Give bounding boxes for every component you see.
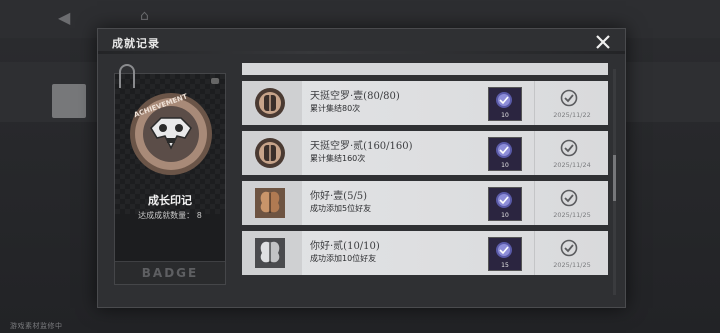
check-circle-icon xyxy=(560,89,578,107)
reward-quantity: 15 xyxy=(501,262,509,269)
row-divider xyxy=(534,231,535,275)
row-divider xyxy=(534,81,535,125)
hanging-hook-icon xyxy=(119,64,135,88)
achievement-row[interactable]: 天挺空罗·壹(80/80) 累计集结80次 10 2025/11/22 xyxy=(242,81,608,125)
achievement-title: 天挺空罗·壹(80/80) xyxy=(310,91,400,102)
reward-gem-icon xyxy=(496,92,512,108)
achievement-row[interactable]: 你好·壹(5/5) 成功添加5位好友 10 2025/11/25 xyxy=(242,181,608,225)
modal-title: 成就记录 xyxy=(112,37,160,50)
achievement-date: 2025/11/25 xyxy=(553,211,591,219)
reward-gem-icon xyxy=(496,192,512,208)
butterfly-icon xyxy=(255,238,285,268)
achievement-title: 天挺空罗·贰(160/160) xyxy=(310,141,413,152)
achievement-row[interactable]: 你好·贰(10/10) 成功添加10位好友 15 2025/11/25 xyxy=(242,231,608,275)
check-circle-icon xyxy=(560,139,578,157)
achievement-title: 你好·贰(10/10) xyxy=(310,241,380,252)
background-panel-right xyxy=(620,62,720,122)
scrollbar[interactable] xyxy=(613,69,616,295)
background-card xyxy=(52,84,86,118)
title-divider xyxy=(98,51,625,54)
achievement-date: 2025/11/22 xyxy=(553,111,591,119)
badge-name: 成长印记 xyxy=(148,194,192,207)
watermark-text: 游戏素材监修中 xyxy=(10,322,63,330)
achievement-icon-box xyxy=(242,181,302,225)
achievement-date: 2025/11/24 xyxy=(553,161,591,169)
pin-icon xyxy=(211,78,219,84)
reward-item[interactable]: 10 xyxy=(488,137,522,171)
achievement-title: 你好·壹(5/5) xyxy=(310,191,368,202)
achievement-icon-box xyxy=(242,131,302,175)
check-circle-icon xyxy=(560,239,578,257)
achievement-icon-box xyxy=(242,81,302,125)
achievement-description: 成功添加5位好友 xyxy=(310,204,372,213)
reward-quantity: 10 xyxy=(501,162,509,169)
check-circle-icon xyxy=(560,189,578,207)
achievement-date: 2025/11/25 xyxy=(553,261,591,269)
row-divider xyxy=(534,181,535,225)
reward-gem-icon xyxy=(496,142,512,158)
achievement-icon-box xyxy=(242,231,302,275)
reward-item[interactable]: 10 xyxy=(488,87,522,121)
achievement-list[interactable]: 天挺空罗·壹(80/80) 累计集结80次 10 2025/11/22 天挺空罗… xyxy=(242,63,608,303)
reward-item[interactable]: 10 xyxy=(488,187,522,221)
back-arrow-icon: ◀ xyxy=(58,8,71,27)
achievement-description: 累计集结160次 xyxy=(310,154,366,163)
achievement-row-partial xyxy=(242,63,608,75)
butterfly-icon xyxy=(255,188,285,218)
close-icon[interactable] xyxy=(592,31,614,53)
achievement-record-modal: 成就记录 ACHIEVEMENT 成长印记 达成成就数量： 8 BADGE 天挺… xyxy=(97,28,626,308)
scrollbar-thumb[interactable] xyxy=(613,155,616,201)
achievement-description: 成功添加10位好友 xyxy=(310,254,377,263)
badge-count-row: 达成成就数量： 8 xyxy=(115,210,225,221)
mirror-icon xyxy=(255,88,285,118)
reward-gem-icon xyxy=(496,242,512,258)
achievement-row[interactable]: 天挺空罗·贰(160/160) 累计集结160次 10 2025/11/24 xyxy=(242,131,608,175)
home-icon: ⌂ xyxy=(140,8,149,24)
badge-count-value: 8 xyxy=(196,211,202,220)
row-divider xyxy=(534,131,535,175)
achievement-description: 累计集结80次 xyxy=(310,104,361,113)
reward-quantity: 10 xyxy=(501,112,509,119)
achievement-medal-icon: ACHIEVEMENT xyxy=(130,92,212,175)
mirror-icon xyxy=(255,138,285,168)
reward-quantity: 10 xyxy=(501,212,509,219)
reward-item[interactable]: 15 xyxy=(488,237,522,271)
badge-panel: ACHIEVEMENT 成长印记 达成成就数量： 8 BADGE xyxy=(114,64,226,285)
badge-count-label: 达成成就数量： xyxy=(138,211,195,220)
badge-footer-label: BADGE xyxy=(141,266,199,280)
badge-footer: BADGE xyxy=(115,261,225,284)
